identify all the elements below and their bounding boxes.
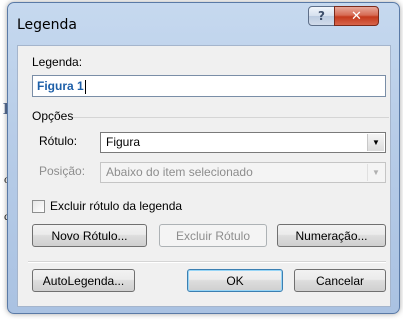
chevron-down-icon[interactable]: ▼	[367, 164, 384, 181]
options-group-divider	[73, 117, 389, 118]
help-button[interactable]: ?	[308, 6, 335, 26]
exclude-label-checkbox[interactable]	[32, 200, 45, 213]
label-type-dropdown[interactable]: Figura ▼	[100, 132, 386, 153]
position-label: Posição:	[39, 164, 86, 178]
delete-label-button[interactable]: Excluir Rótulo	[159, 224, 267, 247]
dialog-title: Legenda	[17, 17, 78, 33]
delete-label-text: Excluir Rótulo	[175, 228, 251, 243]
caption-value: Figura 1	[37, 79, 84, 93]
label-type-value: Figura	[106, 135, 141, 149]
ok-button[interactable]: OK	[187, 269, 283, 292]
autocaption-text: AutoLegenda...	[42, 273, 125, 288]
cancel-text: Cancelar	[315, 273, 365, 288]
cancel-button[interactable]: Cancelar	[294, 269, 386, 292]
new-label-button[interactable]: Novo Rótulo...	[32, 224, 147, 247]
options-group-label: Opções	[32, 109, 74, 123]
numbering-text: Numeração...	[295, 228, 368, 243]
close-button[interactable]: ✕	[334, 6, 379, 26]
new-label-text: Novo Rótulo...	[51, 228, 128, 243]
exclude-label-text[interactable]: Excluir rótulo da legenda	[50, 199, 182, 213]
caption-input[interactable]: Figura 1	[32, 75, 386, 97]
footer-divider	[28, 261, 386, 263]
caption-label: Legenda:	[32, 55, 83, 69]
autocaption-button[interactable]: AutoLegenda...	[32, 269, 135, 292]
position-value: Abaixo do item selecionado	[106, 165, 253, 179]
label-type-label: Rótulo:	[39, 134, 78, 148]
text-caret	[84, 79, 86, 94]
position-dropdown[interactable]: Abaixo do item selecionado ▼	[100, 162, 386, 183]
dialog-body: Legenda: Figura 1 Opções Rótulo: Figura …	[17, 45, 391, 307]
chevron-down-icon[interactable]: ▼	[367, 134, 384, 151]
numbering-button[interactable]: Numeração...	[277, 224, 386, 247]
close-icon: ✕	[351, 8, 362, 24]
ok-text: OK	[226, 273, 244, 288]
help-icon: ?	[318, 9, 325, 23]
